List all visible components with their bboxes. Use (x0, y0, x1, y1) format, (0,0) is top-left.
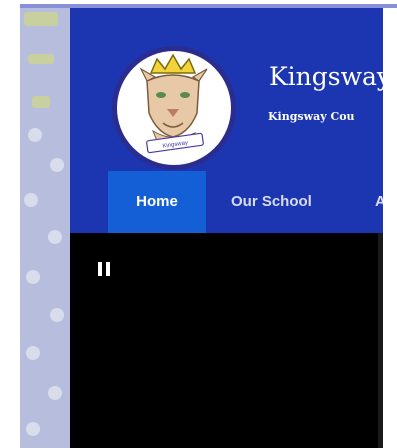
page-edge (383, 8, 397, 448)
pattern-shape (28, 54, 54, 64)
pattern-dot (26, 422, 40, 436)
site-subtitle: Kingsway Cou (268, 110, 355, 123)
site-title[interactable]: Kingsway (269, 62, 391, 91)
pattern-dot (26, 270, 40, 284)
pattern-dot (50, 158, 64, 172)
pattern-dot (48, 230, 62, 244)
pattern-dot (50, 308, 64, 322)
nav-item-our-school[interactable]: Our School (231, 171, 312, 233)
pattern-shape (32, 96, 50, 108)
nav-item-home[interactable]: Home (108, 171, 206, 233)
pattern-shape (24, 12, 58, 26)
video-player[interactable] (70, 233, 378, 448)
pattern-dot (48, 386, 62, 400)
main-navigation: Home Our School A (70, 171, 397, 233)
background-pattern (20, 8, 70, 448)
pattern-dot (26, 346, 40, 360)
school-logo[interactable]: Kingsway (112, 46, 236, 170)
pattern-dot (24, 193, 38, 207)
pause-bar (98, 262, 102, 276)
pattern-dot (28, 128, 42, 142)
site-header: Kingsway Kingsway Kingsway Cou (70, 8, 397, 171)
pause-bar (106, 262, 110, 276)
pause-icon[interactable] (98, 262, 112, 278)
cougar-mascot-icon: Kingsway (139, 53, 208, 154)
